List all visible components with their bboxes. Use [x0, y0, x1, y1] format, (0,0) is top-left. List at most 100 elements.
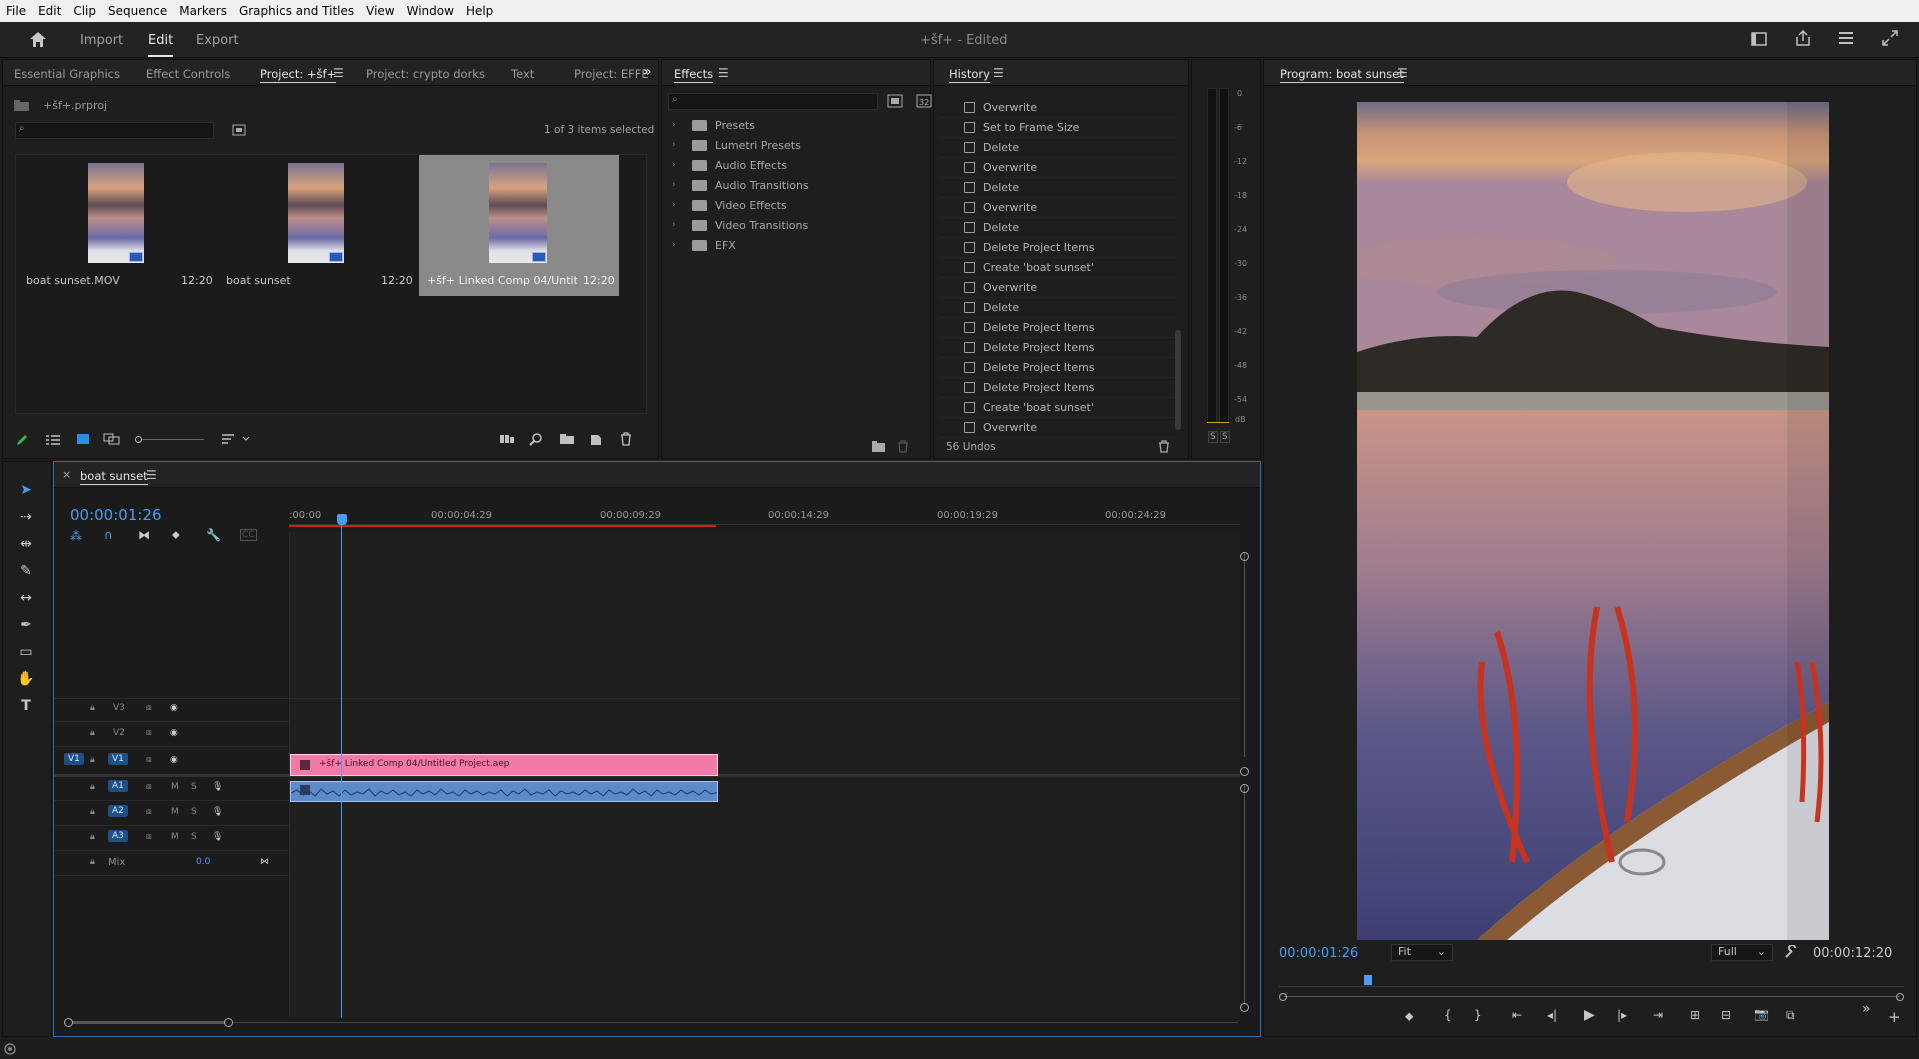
export-frame-icon[interactable]: 📷 — [1754, 1007, 1769, 1021]
find-icon[interactable] — [529, 432, 543, 446]
history-item[interactable]: Overwrite — [940, 278, 1176, 298]
tab-effects[interactable]: Effects — [674, 67, 714, 83]
add-marker-icon[interactable]: ⬥ — [1405, 1009, 1413, 1024]
lock-icon[interactable]: 🔒︎ — [90, 703, 95, 713]
mark-in-icon[interactable]: { — [1444, 1008, 1452, 1022]
program-current-timecode[interactable]: 00:00:01:26 — [1279, 946, 1358, 961]
effects-folder-lumetri-presets[interactable]: › Lumetri Presets — [672, 135, 801, 155]
wrench-icon[interactable] — [1784, 945, 1798, 959]
ripple-edit-tool-icon[interactable]: ⇹ — [17, 535, 35, 553]
program-menu-icon[interactable]: ☰ — [1397, 66, 1408, 80]
fullscreen-icon[interactable] — [1882, 30, 1898, 46]
history-item[interactable]: Delete Project Items — [940, 338, 1176, 358]
effects-folder-video-effects[interactable]: › Video Effects — [672, 195, 787, 215]
sync-lock-icon[interactable]: ⧈ — [146, 728, 152, 738]
insert-nest-icon[interactable]: ⁂ — [70, 529, 82, 543]
effects-folder-video-transitions[interactable]: › Video Transitions — [672, 215, 808, 235]
project-item-linked-comp[interactable]: +šf+ Linked Comp 04/Untit... 12:20 — [419, 155, 619, 296]
video-clip[interactable]: +šf+ Linked Comp 04/Untitled Project.aep — [290, 754, 718, 776]
quick-settings-icon[interactable] — [1838, 31, 1854, 45]
tab-history[interactable]: History — [949, 67, 990, 83]
icon-view-icon[interactable] — [76, 433, 90, 445]
solo-button[interactable]: S — [191, 782, 197, 792]
source-patch-v1[interactable]: V1 — [64, 753, 84, 765]
lock-icon[interactable]: 🔒︎ — [90, 857, 95, 867]
clear-icon[interactable] — [619, 432, 633, 446]
history-item[interactable]: Delete Project Items — [940, 358, 1176, 378]
accelerated-effects-icon[interactable] — [887, 94, 903, 108]
menu-clip[interactable]: Clip — [67, 0, 102, 22]
delete-custom-item-icon[interactable] — [897, 440, 909, 453]
lock-icon[interactable]: 🔒︎ — [90, 728, 95, 738]
tab-text[interactable]: Text — [511, 67, 534, 81]
program-video-frame[interactable] — [1357, 102, 1829, 940]
delete-history-icon[interactable] — [1158, 440, 1170, 453]
extract-icon[interactable]: ⊟ — [1721, 1008, 1731, 1022]
pencil-icon[interactable] — [15, 433, 29, 447]
effects-menu-icon[interactable]: ☰ — [718, 66, 729, 80]
program-zoom-bar[interactable] — [1279, 993, 1904, 1001]
timeline-timecode[interactable]: 00:00:01:26 — [70, 506, 162, 524]
video-scroll-handle-bottom[interactable] — [1240, 767, 1249, 776]
hand-tool-icon[interactable]: ✋ — [17, 670, 35, 688]
32-bit-effects-icon[interactable]: 32 — [916, 94, 932, 108]
solo-left-button[interactable]: S — [1208, 431, 1218, 443]
sequence-menu-icon[interactable]: ☰ — [146, 468, 157, 482]
timeline-playhead-line[interactable] — [341, 514, 342, 1018]
mix-volume-value[interactable]: 0.0 — [196, 857, 210, 867]
microphone-icon[interactable]: 🎙︎ — [212, 832, 223, 842]
history-item[interactable]: Delete Project Items — [940, 318, 1176, 338]
mute-button[interactable]: M — [171, 832, 179, 842]
solo-button[interactable]: S — [191, 807, 197, 817]
effects-folder-audio-transitions[interactable]: › Audio Transitions — [672, 175, 809, 195]
effects-folder-presets[interactable]: › Presets — [672, 115, 755, 135]
menu-sequence[interactable]: Sequence — [102, 0, 173, 22]
background-tasks-icon[interactable] — [3, 1043, 17, 1055]
work-area-bar[interactable] — [289, 525, 716, 527]
menu-markers[interactable]: Markers — [173, 0, 233, 22]
new-bin-icon[interactable] — [559, 433, 575, 445]
close-sequence-icon[interactable]: × — [62, 468, 71, 481]
history-item[interactable]: Overwrite — [940, 98, 1176, 118]
effects-folder-audio-effects[interactable]: › Audio Effects — [672, 155, 787, 175]
go-to-in-icon[interactable]: ⇤ — [1512, 1008, 1522, 1022]
list-view-icon[interactable] — [45, 434, 61, 446]
mute-button[interactable]: M — [171, 807, 179, 817]
home-icon[interactable] — [29, 31, 47, 48]
sync-lock-icon[interactable]: ⧈ — [146, 703, 152, 713]
eye-icon[interactable]: ◉ — [170, 755, 178, 765]
automate-to-sequence-icon[interactable] — [499, 433, 515, 445]
history-item[interactable]: Set to Frame Size — [940, 118, 1176, 138]
tab-project-crypto-dorks[interactable]: Project: crypto dorks — [366, 67, 485, 81]
menu-edit[interactable]: Edit — [32, 0, 67, 22]
tabs-overflow-icon[interactable]: » — [643, 64, 652, 80]
snap-icon[interactable]: ∩ — [104, 528, 113, 542]
audio-clip[interactable] — [290, 781, 718, 802]
linked-selection-icon[interactable]: ⧓ — [138, 528, 150, 542]
history-item[interactable]: Delete — [940, 138, 1176, 158]
workspace-edit[interactable]: Edit — [148, 33, 174, 57]
solo-button[interactable]: S — [191, 832, 197, 842]
history-item[interactable]: Overwrite — [940, 158, 1176, 178]
play-icon[interactable]: ▶ — [1584, 1007, 1595, 1023]
history-item[interactable]: Create 'boat sunset' — [940, 398, 1176, 418]
tab-essential-graphics[interactable]: Essential Graphics — [14, 67, 120, 81]
playback-resolution-select[interactable]: Full ⌄ — [1711, 944, 1773, 961]
pen-tool-icon[interactable]: ✒ — [17, 616, 35, 634]
new-item-icon[interactable] — [589, 432, 603, 446]
mute-button[interactable]: M — [171, 782, 179, 792]
workspace-export[interactable]: Export — [196, 33, 239, 48]
new-search-bin-icon[interactable] — [232, 124, 246, 136]
panel-menu-icon[interactable]: ☰ — [333, 66, 344, 80]
menu-window[interactable]: Window — [401, 0, 460, 22]
tab-project-effe[interactable]: Project: EFFE — [574, 67, 649, 81]
tab-program[interactable]: Program: boat sunset — [1280, 67, 1404, 83]
mix-pan-icon[interactable]: ⋈ — [260, 857, 269, 867]
history-item[interactable]: Delete Project Items — [940, 378, 1176, 398]
track-label[interactable]: V1 — [108, 753, 128, 765]
tab-effect-controls[interactable]: Effect Controls — [146, 67, 230, 81]
share-icon[interactable] — [1795, 30, 1811, 47]
video-scroll-handle-top[interactable] — [1240, 552, 1249, 561]
lock-icon[interactable]: 🔒︎ — [90, 782, 95, 792]
audio-scroll-handle-bottom[interactable] — [1240, 1003, 1249, 1012]
